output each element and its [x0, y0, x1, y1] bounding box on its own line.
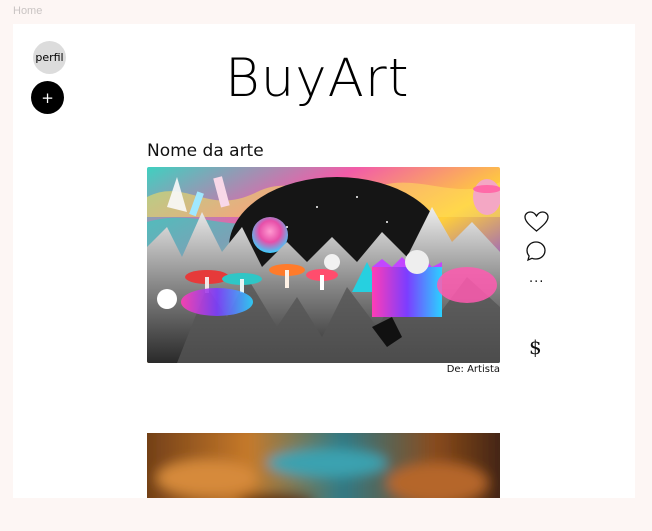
top-bar: Home: [0, 0, 652, 24]
art-title: Nome da arte: [147, 141, 264, 161]
logo: BuyArt: [225, 48, 410, 109]
comment-icon[interactable]: [525, 240, 547, 262]
art-image[interactable]: [147, 167, 500, 363]
next-art-image[interactable]: [147, 433, 500, 498]
dollar-icon[interactable]: $: [529, 335, 542, 359]
profile-button[interactable]: perfil: [33, 41, 66, 74]
add-button[interactable]: +: [31, 81, 64, 114]
page-content: perfil + BuyArt Nome da arte De: Artista…: [13, 24, 635, 498]
heart-icon[interactable]: [523, 210, 550, 234]
artist-label: De: Artista: [446, 364, 500, 375]
more-icon[interactable]: ...: [529, 271, 544, 286]
home-link[interactable]: Home: [13, 5, 42, 17]
